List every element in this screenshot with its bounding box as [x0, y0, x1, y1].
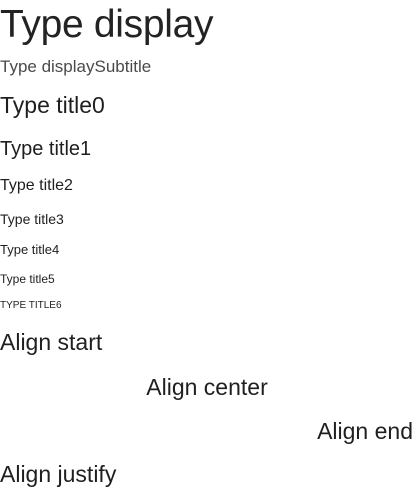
- type-display: Type display: [0, 3, 214, 46]
- type-title3: Type title3: [0, 211, 64, 227]
- type-title0: Type title0: [0, 92, 105, 118]
- type-title4: Type title4: [0, 242, 60, 257]
- align-end-text: Align end: [317, 418, 413, 444]
- align-justify-text: Align justify: [0, 461, 117, 487]
- type-title5: Type title5: [0, 272, 55, 286]
- type-display-subtitle: Type displaySubtitle: [0, 57, 152, 76]
- type-title2: Type title2: [0, 177, 73, 194]
- align-center-text: Align center: [146, 374, 268, 400]
- align-start-text: Align start: [0, 329, 103, 355]
- type-title1: Type title1: [0, 138, 92, 160]
- type-title6: Type title6: [0, 300, 62, 311]
